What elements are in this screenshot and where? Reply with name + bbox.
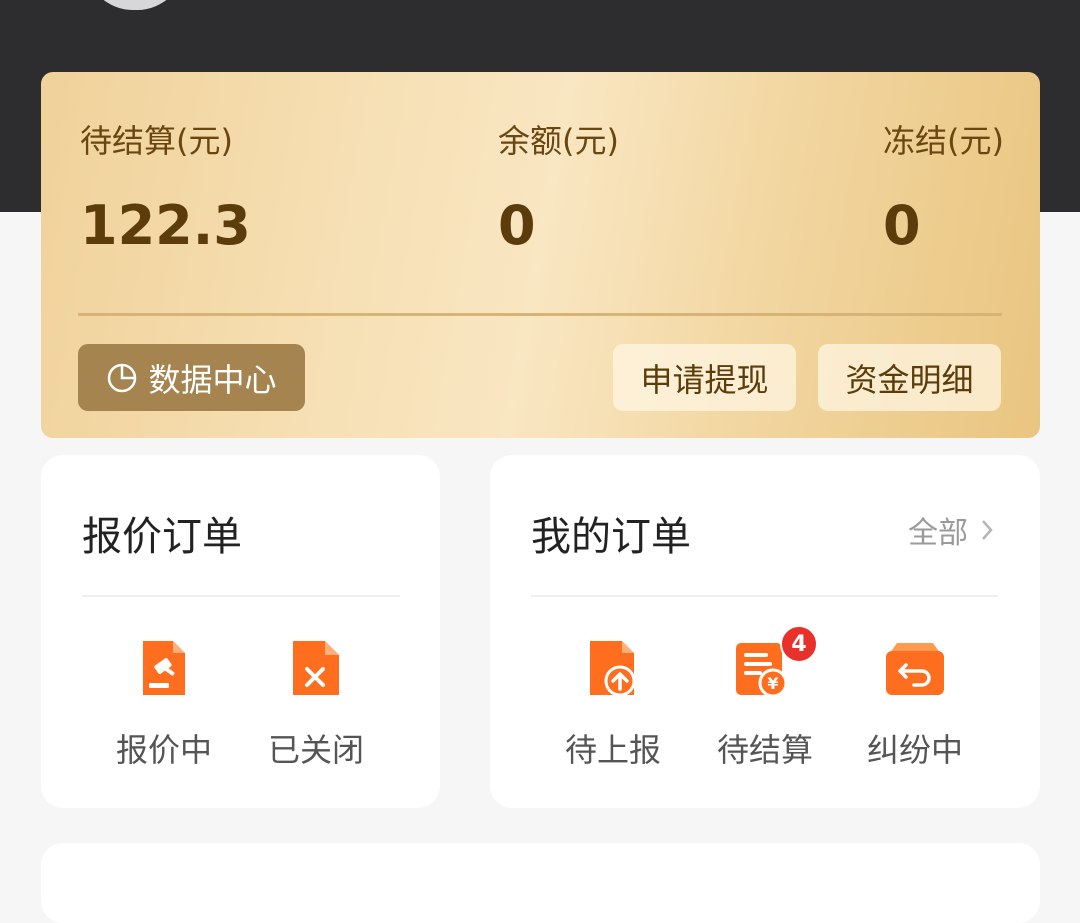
disputed-label: 纠纷中 — [866, 731, 963, 769]
return-box-icon — [884, 637, 946, 699]
to-settle-label: 待结算 — [716, 731, 813, 769]
upload-document-icon — [582, 637, 644, 699]
quoting-item[interactable]: 报价中 — [89, 637, 239, 771]
balance-value: 0 — [498, 194, 536, 257]
my-orders-divider — [531, 595, 998, 597]
disputed-item[interactable]: 纠纷中 — [840, 637, 990, 771]
svg-text:¥: ¥ — [767, 674, 778, 693]
to-settle-item[interactable]: ¥ 4 待结算 — [690, 625, 840, 771]
data-center-label: 数据中心 — [148, 360, 277, 399]
data-center-button[interactable]: 数据中心 — [78, 344, 305, 411]
bottom-card — [41, 843, 1040, 923]
pending-value: 122.3 — [80, 194, 251, 257]
auction-hammer-icon — [133, 637, 195, 699]
withdraw-button[interactable]: 申请提现 — [613, 344, 796, 411]
settlement-icon: ¥ 4 — [734, 625, 818, 699]
to-report-item[interactable]: 待上报 — [538, 637, 688, 771]
quote-orders-divider — [82, 595, 400, 597]
quote-orders-title: 报价订单 — [82, 514, 242, 560]
to-settle-badge: 4 — [780, 625, 818, 663]
closed-document-icon — [285, 637, 347, 699]
closed-item[interactable]: 已关闭 — [241, 637, 391, 771]
all-orders-link[interactable]: 全部 — [908, 508, 994, 552]
my-orders-title: 我的订单 — [531, 514, 691, 560]
pending-label: 待结算(元) — [80, 122, 233, 160]
wallet-divider — [78, 313, 1002, 316]
balance-label: 余额(元) — [498, 122, 619, 160]
to-report-label: 待上报 — [564, 731, 661, 769]
quoting-label: 报价中 — [115, 731, 212, 769]
frozen-value: 0 — [883, 194, 921, 257]
frozen-label: 冻结(元) — [883, 122, 1004, 160]
chevron-right-icon — [982, 520, 993, 540]
fund-details-button[interactable]: 资金明细 — [818, 344, 1001, 411]
closed-label: 已关闭 — [267, 731, 364, 769]
all-orders-label: 全部 — [908, 516, 968, 551]
pie-chart-icon — [108, 363, 137, 392]
